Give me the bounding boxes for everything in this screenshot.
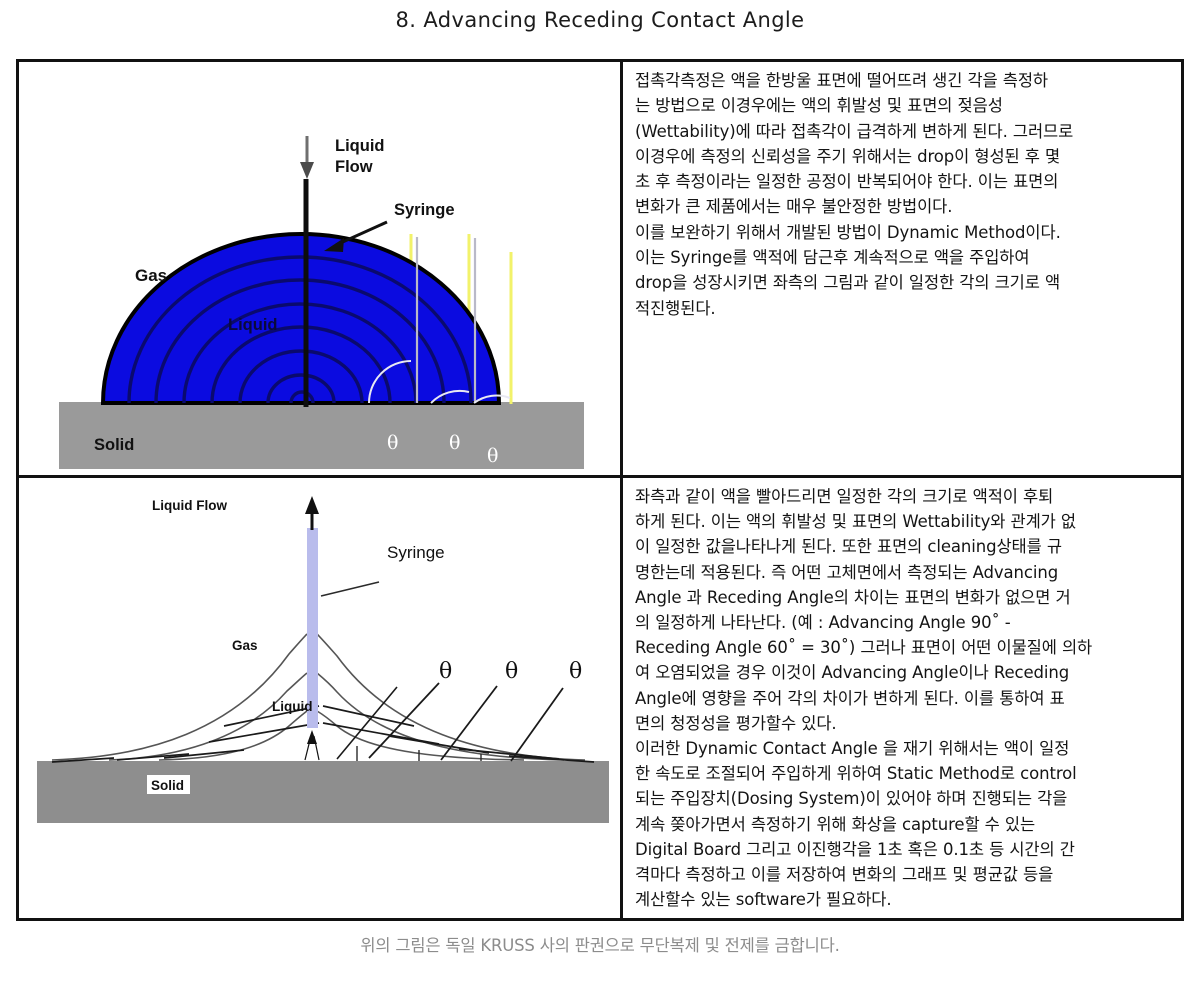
receding-contact-angle-diagram: Liquid Flow Syringe Gas Liquid Solid θ θ <box>19 478 620 918</box>
label-syringe: Syringe <box>394 201 455 219</box>
advancing-contact-angle-diagram: Liquid Flow Syringe Gas Liquid Solid θ θ <box>19 62 620 475</box>
receding-figure-cell: Liquid Flow Syringe Gas Liquid Solid θ θ <box>19 478 623 918</box>
angle-marker-theta: θ <box>449 432 460 454</box>
label-gas: Gas <box>135 266 167 285</box>
table-row: Liquid Flow Syringe Gas Liquid Solid θ θ <box>19 62 1181 478</box>
angle-marker-theta: θ <box>569 659 582 684</box>
label-liquid-flow-line1: Liquid <box>335 137 384 155</box>
advancing-figure-cell: Liquid Flow Syringe Gas Liquid Solid θ θ <box>19 62 623 475</box>
label-liquid: Liquid <box>228 316 277 334</box>
table-row: Liquid Flow Syringe Gas Liquid Solid θ θ <box>19 478 1181 918</box>
label-liquid-flow-line2: Flow <box>335 158 373 176</box>
angle-marker-theta: θ <box>487 445 498 467</box>
advancing-description-text: 접촉각측정은 액을 한방울 표면에 떨어뜨려 생긴 각을 측정하 는 방법으로 … <box>635 71 1074 318</box>
label-solid: Solid <box>94 436 134 454</box>
document-page: 8. Advancing Receding Contact Angle Liqu… <box>0 0 1200 985</box>
advancing-description-cell: 접촉각측정은 액을 한방울 표면에 떨어뜨려 생긴 각을 측정하 는 방법으로 … <box>623 62 1181 475</box>
label-liquid: Liquid <box>272 699 313 714</box>
page-title: 8. Advancing Receding Contact Angle <box>395 8 805 32</box>
angle-marker-theta: θ <box>505 659 518 684</box>
label-gas: Gas <box>232 638 258 653</box>
label-solid: Solid <box>151 778 184 793</box>
copyright-note: 위의 그림은 독일 KRUSS 사의 판권으로 무단복제 및 전제를 금합니다. <box>360 936 840 955</box>
label-liquid-flow: Liquid Flow <box>152 498 227 513</box>
receding-description-text: 좌측과 같이 액을 빨아드리면 일정한 각의 크기로 액적이 후퇴 하게 된다.… <box>635 487 1093 910</box>
content-table: Liquid Flow Syringe Gas Liquid Solid θ θ <box>16 59 1184 921</box>
receding-description-cell: 좌측과 같이 액을 빨아드리면 일정한 각의 크기로 액적이 후퇴 하게 된다.… <box>623 478 1181 918</box>
angle-marker-theta: θ <box>439 659 452 684</box>
angle-marker-theta: θ <box>387 432 398 454</box>
label-syringe: Syringe <box>387 543 445 562</box>
